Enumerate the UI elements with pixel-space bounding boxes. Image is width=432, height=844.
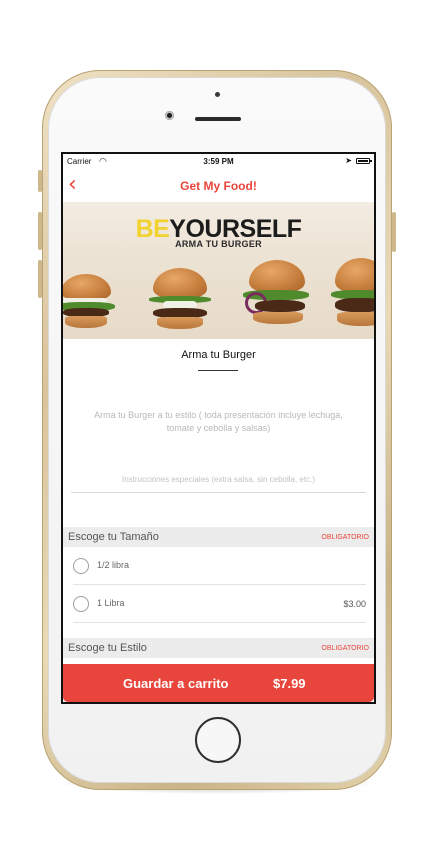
required-badge: OBLIGATORIO: [321, 534, 369, 541]
clock: 3:59 PM: [203, 157, 234, 166]
earpiece-speaker: [195, 117, 241, 121]
hero-subheadline: ARMA TU BURGER: [175, 239, 262, 249]
cart-total: $7.99: [273, 676, 306, 691]
section-title: Escoge tu Tamaño: [68, 531, 159, 543]
home-button[interactable]: [195, 717, 241, 763]
section-header-size: Escoge tu Tamaño OBLIGATORIO: [63, 527, 374, 547]
app-screen: Carrier ◠ 3:59 PM ➤ ‹ Get My Food! BEYOU…: [61, 152, 376, 704]
option-label: 1 Libra: [97, 598, 125, 608]
product-title: Arma tu Burger: [181, 349, 256, 361]
burger-image-4: [331, 258, 374, 332]
location-arrow-icon: ➤: [345, 156, 352, 165]
special-instructions-input[interactable]: [71, 466, 366, 493]
power-button: [392, 212, 396, 252]
burger-image-1: [63, 274, 117, 334]
nav-title: Get My Food!: [180, 179, 257, 193]
add-to-cart-button[interactable]: Guardar a carrito $7.99: [63, 664, 374, 702]
product-description: Arma tu Burger a tu estilo ( toda presen…: [94, 410, 343, 433]
burger-image-2: [147, 268, 213, 334]
front-camera: [165, 111, 174, 120]
required-badge: OBLIGATORIO: [321, 645, 369, 652]
nav-bar: ‹ Get My Food!: [63, 170, 374, 202]
title-divider: [198, 370, 238, 371]
status-bar: Carrier ◠ 3:59 PM ➤: [63, 154, 374, 170]
burger-image-3: [241, 260, 313, 332]
proximity-sensor: [215, 92, 220, 97]
hero-banner: BEYOURSELF ARMA TU BURGER: [63, 202, 374, 339]
row-divider: [73, 622, 366, 623]
radio-button[interactable]: [73, 558, 89, 574]
option-row-half-pound[interactable]: 1/2 libra: [63, 547, 374, 585]
option-row-one-pound[interactable]: 1 Libra $3.00: [63, 585, 374, 623]
radio-button[interactable]: [73, 596, 89, 612]
option-price: $3.00: [343, 599, 366, 609]
battery-icon: [356, 158, 372, 164]
cart-button-label: Guardar a carrito: [123, 676, 229, 691]
section-header-style: Escoge tu Estilo OBLIGATORIO: [63, 638, 374, 658]
option-label: 1/2 libra: [97, 560, 130, 570]
section-title: Escoge tu Estilo: [68, 642, 147, 654]
